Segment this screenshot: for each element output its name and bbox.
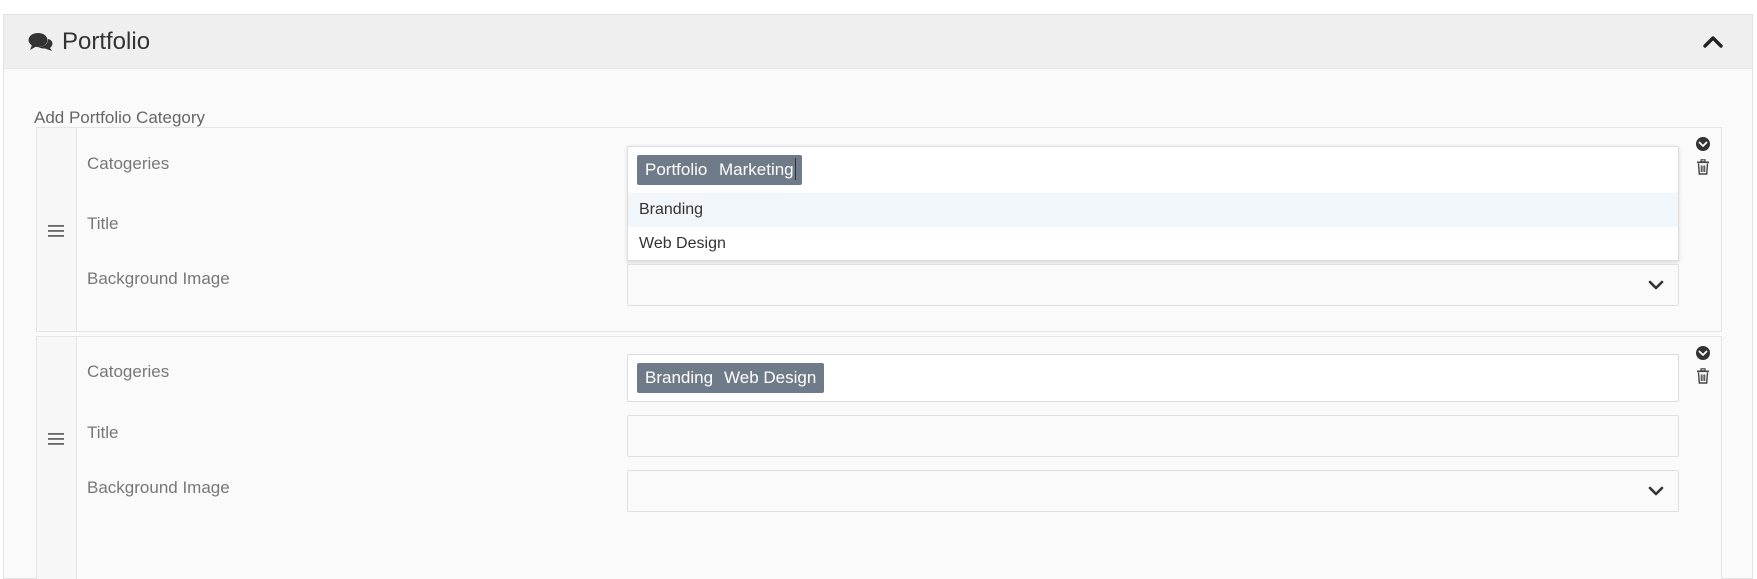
portfolio-panel: Portfolio Add Portfolio Category Catoger… [3,14,1753,579]
category-tag[interactable]: Web Design [716,363,825,393]
dropdown-option[interactable]: Branding [628,193,1678,227]
categories-label: Catogeries [87,362,170,381]
categories-label: Catogeries [87,154,170,173]
category-tag[interactable]: Branding [637,363,722,393]
title-label: Title [87,423,119,442]
chevron-up-icon[interactable] [1702,33,1724,51]
panel-header[interactable]: Portfolio [4,15,1752,69]
category-tag[interactable]: Marketing [711,155,802,185]
trash-icon[interactable] [1695,159,1711,175]
comments-icon [28,33,53,51]
categories-dropdown: Branding Web Design [627,193,1679,261]
drag-handle-icon[interactable] [47,432,65,446]
background-image-select[interactable] [627,264,1679,306]
repeater-row: Catogeries Title Background Image Portfo… [36,127,1722,332]
background-image-label: Background Image [87,478,230,497]
categories-tag-input[interactable]: Portfolio Marketing [627,146,1679,194]
text-cursor [795,158,796,180]
title-label: Title [87,214,119,233]
title-input[interactable] [627,415,1679,457]
trash-icon[interactable] [1695,368,1711,384]
circle-chevron-down-icon[interactable] [1695,345,1711,361]
repeater-row: Catogeries Title Background Image Brandi… [36,336,1722,579]
panel-title: Portfolio [62,28,151,55]
categories-tag-input[interactable]: Branding Web Design [627,354,1679,402]
category-tag[interactable]: Portfolio [637,155,716,185]
drag-column [37,128,77,331]
chevron-down-icon [1648,280,1664,290]
background-image-label: Background Image [87,269,230,288]
circle-chevron-down-icon[interactable] [1695,136,1711,152]
chevron-down-icon [1648,486,1664,496]
background-image-select[interactable] [627,470,1679,512]
drag-column [37,337,77,579]
section-label: Add Portfolio Category [34,108,206,127]
dropdown-option[interactable]: Web Design [628,227,1678,261]
drag-handle-icon[interactable] [47,224,65,238]
